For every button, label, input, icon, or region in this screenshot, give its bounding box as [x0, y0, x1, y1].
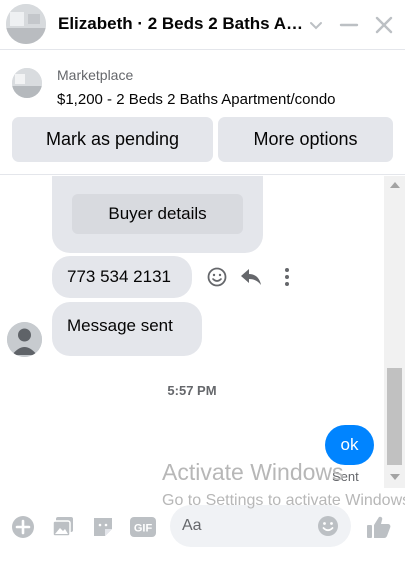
chat-header: Elizabeth · 2 Beds 2 Baths Apartment/con… [0, 0, 405, 50]
close-icon[interactable] [372, 13, 396, 37]
message-bubble-sent-notice[interactable]: Message sent [52, 302, 202, 356]
svg-text:GIF: GIF [134, 523, 153, 535]
message-timestamp: 5:57 PM [167, 383, 217, 398]
like-icon[interactable] [366, 514, 392, 540]
minimize-icon[interactable] [337, 13, 361, 37]
message-input-placeholder: Aa [182, 517, 202, 534]
mark-as-pending-button[interactable]: Mark as pending [12, 117, 213, 162]
scrollbar-thumb[interactable] [387, 368, 402, 465]
emoji-icon[interactable] [315, 513, 341, 539]
listing-thumbnail[interactable] [12, 68, 42, 98]
listing-title[interactable]: $1,200 - 2 Beds 2 Baths Apartment/condo [57, 91, 336, 108]
sticker-icon[interactable] [90, 514, 116, 540]
scrollbar[interactable] [384, 176, 405, 488]
buyer-details-button[interactable]: Buyer details [72, 194, 243, 234]
more-actions-icon[interactable] [276, 266, 298, 288]
contact-avatar[interactable] [6, 4, 46, 44]
message-input[interactable]: Aa [170, 505, 351, 547]
gif-icon[interactable]: GIF [130, 514, 156, 540]
react-icon[interactable] [206, 266, 228, 288]
message-list: Buyer details 773 534 2131 Message sent … [0, 176, 384, 500]
message-composer: GIF Aa [0, 505, 405, 561]
activate-windows-subtitle: Go to Settings to activate Windows. [162, 492, 405, 509]
marketplace-listing: Marketplace $1,200 - 2 Beds 2 Baths Apar… [0, 51, 405, 175]
marketplace-label: Marketplace [57, 67, 134, 83]
scroll-down-icon[interactable] [384, 468, 405, 485]
chat-title[interactable]: Elizabeth · 2 Beds 2 Baths Apartment/con… [58, 14, 308, 34]
activate-windows-title: Activate Windows [162, 459, 344, 485]
add-icon[interactable] [10, 514, 36, 540]
reply-icon[interactable] [240, 266, 262, 288]
chevron-down-icon[interactable] [304, 13, 328, 37]
sender-avatar[interactable] [7, 322, 42, 357]
message-bubble-phone[interactable]: 773 534 2131 [52, 256, 192, 298]
more-options-button[interactable]: More options [218, 117, 393, 162]
scroll-up-icon[interactable] [384, 176, 405, 193]
buyer-details-card: Buyer details [52, 176, 263, 253]
photo-icon[interactable] [50, 514, 76, 540]
